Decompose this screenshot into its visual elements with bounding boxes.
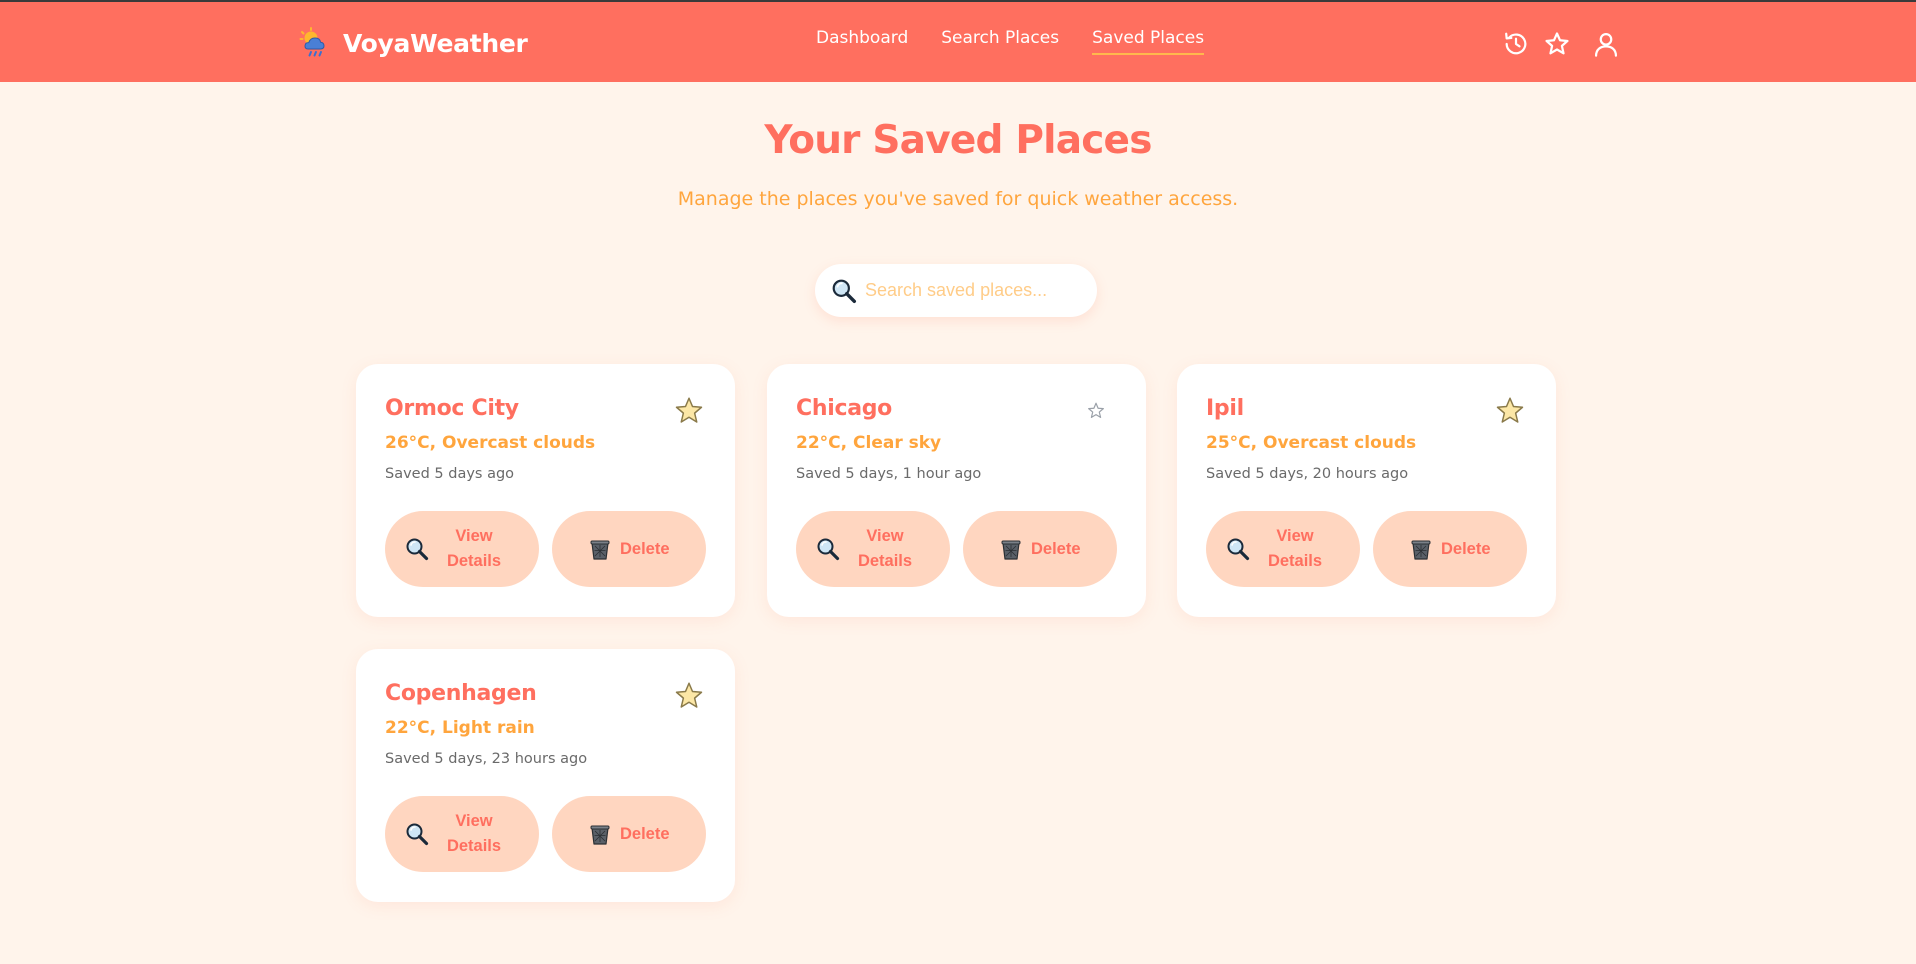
- star-icon[interactable]: [1543, 30, 1571, 58]
- delete-button[interactable]: Delete: [552, 796, 706, 872]
- trash-icon: [1409, 537, 1433, 561]
- magnifier-icon: [405, 822, 429, 846]
- brand-name: VoyaWeather: [343, 28, 528, 58]
- delete-button[interactable]: Delete: [1373, 511, 1527, 587]
- history-icon[interactable]: [1502, 30, 1530, 58]
- trash-icon: [588, 537, 612, 561]
- navbar: VoyaWeather Dashboard Search Places Save…: [0, 0, 1916, 82]
- star-emoji-icon[interactable]: [1495, 396, 1525, 426]
- star-emoji-icon[interactable]: [674, 396, 704, 426]
- page-subtitle: Manage the places you've saved for quick…: [677, 188, 1239, 210]
- magnifier-icon: [816, 537, 840, 561]
- delete-label: Delete: [1441, 539, 1491, 558]
- nav-saved-places[interactable]: Saved Places: [1092, 28, 1205, 55]
- place-name: Ormoc City: [385, 396, 519, 421]
- search-box: [815, 264, 1097, 317]
- delete-button[interactable]: Delete: [963, 511, 1117, 587]
- delete-label: Delete: [1031, 539, 1081, 558]
- view-details-button[interactable]: View Details: [385, 796, 539, 872]
- magnifier-icon: [405, 537, 429, 561]
- search-input[interactable]: [865, 280, 1085, 301]
- trash-icon: [588, 822, 612, 846]
- user-icon[interactable]: [1592, 30, 1620, 58]
- saved-time: Saved 5 days, 1 hour ago: [796, 466, 982, 482]
- view-details-button[interactable]: View Details: [1206, 511, 1360, 587]
- brand[interactable]: VoyaWeather: [299, 24, 528, 62]
- place-name: Chicago: [796, 396, 892, 421]
- nav-search-places[interactable]: Search Places: [941, 28, 1059, 55]
- place-weather: 26°C, Overcast clouds: [385, 433, 596, 453]
- place-card: Ormoc City 26°C, Overcast clouds Saved 5…: [356, 364, 735, 617]
- delete-button[interactable]: Delete: [552, 511, 706, 587]
- place-name: Copenhagen: [385, 681, 537, 706]
- view-details-label: View Details: [446, 527, 502, 570]
- place-card: Ipil 25°C, Overcast clouds Saved 5 days,…: [1177, 364, 1556, 617]
- saved-time: Saved 5 days, 23 hours ago: [385, 751, 588, 767]
- place-name: Ipil: [1206, 396, 1244, 421]
- page-title: Your Saved Places: [764, 118, 1152, 163]
- place-weather: 25°C, Overcast clouds: [1206, 433, 1417, 453]
- magnifier-icon: [831, 278, 857, 304]
- delete-label: Delete: [620, 539, 670, 558]
- nav-dashboard[interactable]: Dashboard: [816, 28, 908, 55]
- trash-icon: [999, 537, 1023, 561]
- place-weather: 22°C, Light rain: [385, 718, 535, 738]
- view-details-button[interactable]: View Details: [385, 511, 539, 587]
- saved-time: Saved 5 days, 20 hours ago: [1206, 466, 1409, 482]
- delete-label: Delete: [620, 824, 670, 843]
- star-outline-icon[interactable]: [1085, 400, 1107, 422]
- star-emoji-icon[interactable]: [674, 681, 704, 711]
- magnifier-icon: [1226, 537, 1250, 561]
- view-details-button[interactable]: View Details: [796, 511, 950, 587]
- place-weather: 22°C, Clear sky: [796, 433, 942, 453]
- place-card: Copenhagen 22°C, Light rain Saved 5 days…: [356, 649, 735, 902]
- view-details-label: View Details: [446, 812, 502, 855]
- saved-time: Saved 5 days ago: [385, 466, 515, 482]
- place-card: Chicago 22°C, Clear sky Saved 5 days, 1 …: [767, 364, 1146, 617]
- view-details-label: View Details: [1267, 527, 1323, 570]
- nav-links: Dashboard Search Places Saved Places: [816, 28, 1205, 55]
- view-details-label: View Details: [857, 527, 913, 570]
- sun-cloud-rain-logo-icon: [299, 27, 325, 57]
